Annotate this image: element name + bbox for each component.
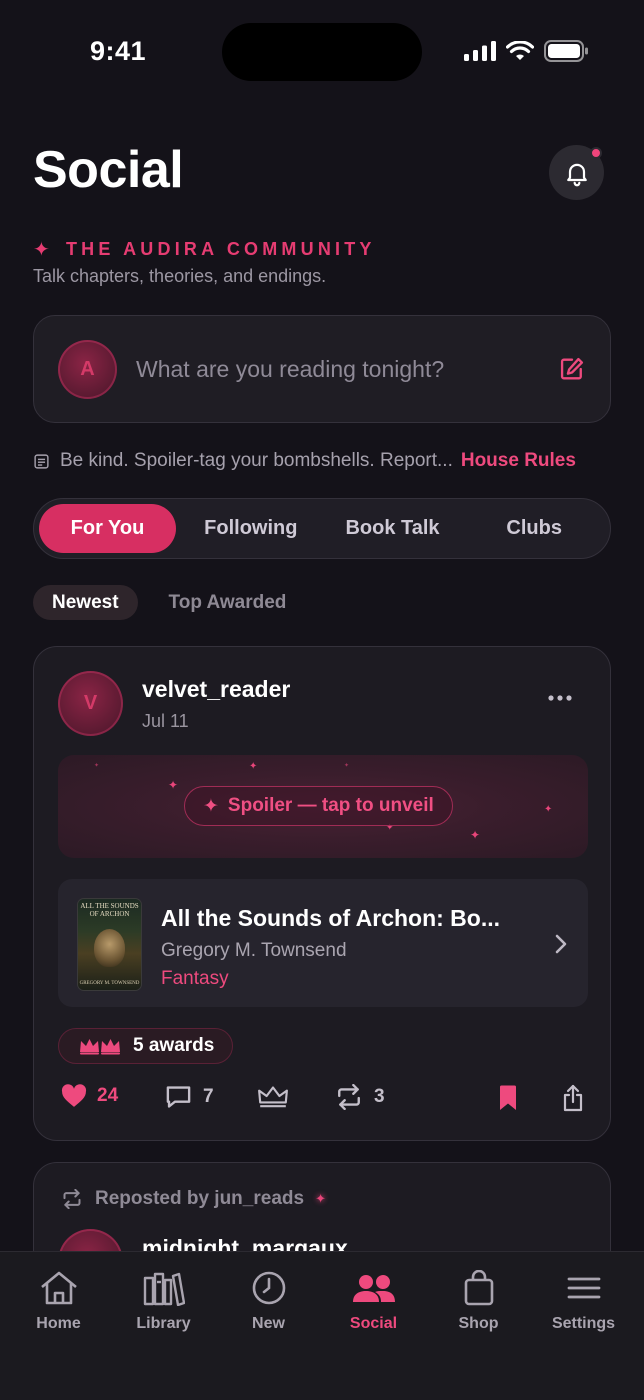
nav-label: Home <box>36 1315 81 1332</box>
feed-tabs: For You Following Book Talk Clubs <box>33 498 611 559</box>
wifi-icon <box>506 41 534 60</box>
nav-social[interactable]: Social <box>321 1270 426 1333</box>
chevron-right-icon <box>555 934 567 954</box>
community-eyebrow: ✦ THE AUDIRA COMMUNITY <box>33 237 376 262</box>
sparkle-icon: ✦ <box>315 1191 326 1206</box>
sparkle-icon: ✦ <box>470 828 481 842</box>
spoiler-reveal-button[interactable]: ✦ Spoiler — tap to unveil <box>184 786 453 826</box>
more-options-icon[interactable] <box>548 695 572 701</box>
bookmark-icon[interactable] <box>499 1085 517 1111</box>
notification-badge <box>590 147 602 159</box>
signal-icon <box>464 41 496 61</box>
avatar: A <box>58 339 117 399</box>
eyebrow-label: THE AUDIRA COMMUNITY <box>65 239 376 259</box>
book-title: All the Sounds of Archon: Bo... <box>161 905 501 931</box>
house-rules-link[interactable]: House Rules <box>461 450 576 472</box>
like-count: 24 <box>97 1085 119 1106</box>
award-button[interactable] <box>257 1084 289 1108</box>
page-subtitle: Talk chapters, theories, and endings. <box>33 266 327 286</box>
menu-icon <box>567 1277 600 1299</box>
compose-icon[interactable] <box>558 355 586 383</box>
post-card[interactable]: V velvet_reader Jul 11 ✦ ✦ ✦ ✦ ✦ ✦ ✦ ✦ S… <box>33 646 611 1141</box>
nav-label: Social <box>349 1315 398 1332</box>
post-date: Jul 11 <box>142 710 189 731</box>
sparkle-icon: ✦ <box>33 239 54 261</box>
author-name[interactable]: velvet_reader <box>142 676 290 703</box>
book-author: Gregory M. Townsend <box>161 940 347 961</box>
repost-icon <box>63 1189 81 1209</box>
tab-book-talk[interactable]: Book Talk <box>322 504 464 553</box>
nav-new[interactable]: New <box>216 1270 321 1333</box>
nav-library[interactable]: Library <box>111 1270 216 1333</box>
heart-icon <box>61 1084 87 1107</box>
repost-icon <box>338 1084 360 1110</box>
cover-author: GREGORY M. TOWNSEND <box>79 981 140 986</box>
tab-for-you[interactable]: For You <box>39 504 176 553</box>
notifications-button[interactable] <box>549 145 604 200</box>
house-rules-banner: Be kind. Spoiler-tag your bombshells. Re… <box>33 450 611 472</box>
nav-label: New <box>252 1315 285 1332</box>
battery-icon <box>544 40 588 62</box>
book-genre: Fantasy <box>161 968 229 989</box>
tab-clubs[interactable]: Clubs <box>463 504 605 553</box>
like-button[interactable]: 24 <box>61 1084 118 1108</box>
comment-button[interactable]: 7 <box>164 1084 214 1110</box>
sparkle-icon: ✦ <box>203 795 219 817</box>
library-icon <box>143 1272 185 1306</box>
sort-newest[interactable]: Newest <box>33 585 138 620</box>
sparkle-icon: ✦ <box>168 778 179 792</box>
post-composer[interactable]: A What are you reading tonight? <box>33 315 611 423</box>
page-title: Social <box>33 141 184 199</box>
awards-chip[interactable]: 5 awards <box>58 1028 234 1064</box>
comment-count: 7 <box>203 1086 214 1107</box>
crowns-icon <box>80 1039 120 1055</box>
spoiler-block[interactable]: ✦ ✦ ✦ ✦ ✦ ✦ ✦ ✦ Spoiler — tap to unveil <box>58 755 588 858</box>
nav-home[interactable]: Home <box>6 1270 111 1333</box>
sparkle-icon: ✦ <box>94 763 100 769</box>
bottom-nav: Home Library New Social Shop Settings <box>0 1251 644 1400</box>
nav-label: Library <box>136 1315 191 1332</box>
sort-top-awarded[interactable]: Top Awarded <box>150 585 306 620</box>
composer-input[interactable]: What are you reading tonight? <box>136 356 558 383</box>
author-avatar[interactable]: V <box>58 671 123 736</box>
share-icon[interactable] <box>561 1084 585 1112</box>
repost-count: 3 <box>374 1086 385 1107</box>
bell-icon <box>566 163 587 186</box>
repost-label: Reposted by jun_reads <box>95 1188 305 1209</box>
status-time: 9:41 <box>90 36 147 66</box>
repost-button[interactable]: 3 <box>334 1084 385 1110</box>
comment-icon <box>166 1086 191 1108</box>
nav-shop[interactable]: Shop <box>426 1270 531 1333</box>
bag-icon <box>464 1270 493 1306</box>
rules-text: Be kind. Spoiler-tag your bombshells. Re… <box>60 450 453 471</box>
book-card[interactable]: ALL THE SOUNDS OF ARCHON GREGORY M. TOWN… <box>58 879 588 1007</box>
post-actions: 24 7 3 <box>61 1084 591 1118</box>
crown-icon <box>258 1086 288 1108</box>
awards-count: 5 awards <box>133 1035 215 1056</box>
spoiler-label: Spoiler — tap to unveil <box>227 795 434 816</box>
rules-icon <box>34 453 49 469</box>
cover-art <box>94 929 125 967</box>
nav-settings[interactable]: Settings <box>531 1270 636 1333</box>
nav-label: Shop <box>458 1315 499 1332</box>
sparkle-icon: ✦ <box>249 761 258 772</box>
clock-icon <box>252 1271 285 1305</box>
repost-indicator: Reposted by jun_reads ✦ <box>60 1188 326 1210</box>
sort-options: Newest Top Awarded <box>33 585 305 620</box>
dynamic-island <box>222 23 422 81</box>
cover-title: ALL THE SOUNDS OF ARCHON <box>80 902 139 918</box>
tab-following[interactable]: Following <box>180 504 322 553</box>
people-icon <box>352 1275 395 1302</box>
sparkle-icon: ✦ <box>344 763 350 769</box>
status-bar: 9:41 <box>0 0 644 100</box>
nav-label: Settings <box>551 1315 616 1332</box>
post-header: V velvet_reader Jul 11 <box>58 671 290 736</box>
sparkle-icon: ✦ <box>544 804 553 815</box>
book-cover: ALL THE SOUNDS OF ARCHON GREGORY M. TOWN… <box>78 899 141 990</box>
home-icon <box>40 1271 77 1305</box>
status-icons <box>464 40 588 62</box>
